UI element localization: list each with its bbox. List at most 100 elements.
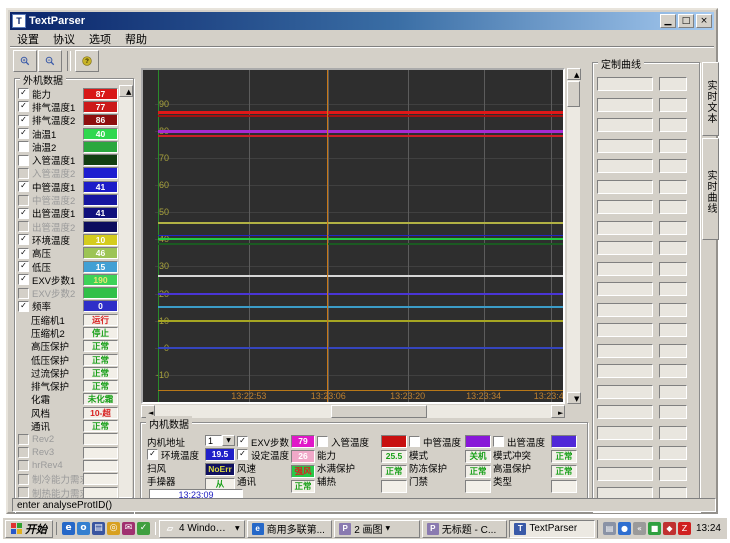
- menu-item-2[interactable]: 选项: [82, 30, 118, 48]
- scroll-right-icon[interactable]: ►: [551, 405, 565, 418]
- checkbox[interactable]: [18, 447, 29, 458]
- checkbox[interactable]: [18, 195, 29, 206]
- scroll-down-icon[interactable]: ▼: [567, 392, 581, 404]
- custom-curve-value[interactable]: [659, 344, 687, 358]
- custom-curve-slot[interactable]: [597, 385, 653, 399]
- custom-curve-value[interactable]: [659, 221, 687, 235]
- checkbox[interactable]: ✓: [147, 449, 158, 460]
- checkbox[interactable]: [18, 487, 29, 498]
- checkbox[interactable]: ✓: [18, 208, 29, 219]
- checkbox[interactable]: [18, 155, 29, 166]
- tab-实时曲线[interactable]: 实时曲线: [702, 138, 719, 240]
- outdoor-scrollbar[interactable]: ▲ ▼: [119, 85, 132, 509]
- antivirus-tray-icon[interactable]: ◆: [663, 522, 676, 535]
- checkbox[interactable]: ✓: [237, 449, 248, 460]
- checkbox[interactable]: ✓: [18, 88, 29, 99]
- taskbar-button-2 画图[interactable]: P2 画图▼: [334, 520, 420, 538]
- checkbox[interactable]: [18, 474, 29, 485]
- checkbox[interactable]: ✓: [18, 128, 29, 139]
- custom-curve-slot[interactable]: [597, 303, 653, 317]
- checkbox[interactable]: [493, 436, 504, 447]
- custom-curve-slot[interactable]: [597, 405, 653, 419]
- explorer-quicklaunch-icon[interactable]: ✓: [137, 522, 150, 535]
- custom-curve-value[interactable]: [659, 364, 687, 378]
- checkbox[interactable]: [317, 436, 328, 447]
- taskbar-button-商用多联第...[interactable]: e商用多联第...: [247, 520, 333, 538]
- taskbar-button-TextParser[interactable]: TTextParser: [509, 520, 595, 538]
- custom-curve-value[interactable]: [659, 118, 687, 132]
- time-cursor-line[interactable]: [327, 70, 328, 402]
- checkbox[interactable]: ✓: [18, 301, 29, 312]
- chevron-down-icon[interactable]: ▼: [222, 435, 235, 446]
- media-player-quicklaunch-icon[interactable]: ◎: [107, 522, 120, 535]
- show-desktop-icon[interactable]: ▤: [92, 522, 105, 535]
- custom-curve-slot[interactable]: [597, 118, 653, 132]
- maximize-button[interactable]: □: [678, 14, 694, 28]
- zoom-out-button[interactable]: [38, 50, 62, 72]
- custom-curve-slot[interactable]: [597, 159, 653, 173]
- checkbox[interactable]: ✓: [18, 181, 29, 192]
- taskbar-button-4 Windows...[interactable]: ▱4 Windows...▼: [159, 520, 245, 538]
- zoom-in-button[interactable]: [13, 50, 37, 72]
- checkbox[interactable]: [18, 141, 29, 152]
- custom-curve-value[interactable]: [659, 282, 687, 296]
- messenger-tray-icon[interactable]: ●: [618, 522, 631, 535]
- chart-vertical-scrollbar[interactable]: ▲ ▼: [567, 68, 580, 404]
- messenger-quicklaunch-icon[interactable]: o: [77, 522, 90, 535]
- custom-curve-value[interactable]: [659, 159, 687, 173]
- checkbox[interactable]: ✓: [18, 274, 29, 285]
- checkbox[interactable]: ✓: [18, 115, 29, 126]
- menu-item-0[interactable]: 设置: [10, 30, 46, 48]
- menu-item-1[interactable]: 协议: [46, 30, 82, 48]
- custom-curve-slot[interactable]: [597, 241, 653, 255]
- custom-curve-value[interactable]: [659, 426, 687, 440]
- vscroll-thumb[interactable]: [567, 81, 580, 107]
- checkbox[interactable]: ✓: [18, 248, 29, 259]
- ie-quicklaunch-icon[interactable]: e: [62, 522, 75, 535]
- title-bar[interactable]: T TextParser ▁ □ ×: [10, 12, 714, 30]
- taskbar-button-无标题 - C...[interactable]: P无标题 - C...: [422, 520, 508, 538]
- tab-实时文本[interactable]: 实时文本: [702, 62, 719, 136]
- custom-curve-value[interactable]: [659, 77, 687, 91]
- checkbox[interactable]: [18, 434, 29, 445]
- custom-curve-slot[interactable]: [597, 323, 653, 337]
- custom-curve-slot[interactable]: [597, 139, 653, 153]
- checkbox[interactable]: ✓: [18, 261, 29, 272]
- custom-curve-slot[interactable]: [597, 282, 653, 296]
- close-button[interactable]: ×: [696, 14, 712, 28]
- custom-curve-slot[interactable]: [597, 344, 653, 358]
- custom-curve-slot[interactable]: [597, 467, 653, 481]
- thunder-tray-icon[interactable]: Z: [678, 522, 691, 535]
- custom-curve-slot[interactable]: [597, 221, 653, 235]
- checkbox[interactable]: [18, 221, 29, 232]
- scroll-up-icon[interactable]: ▲: [567, 68, 581, 80]
- checkbox[interactable]: [18, 168, 29, 179]
- help-button[interactable]: ?: [75, 50, 99, 72]
- printer-tray-icon[interactable]: ▤: [603, 522, 616, 535]
- custom-curve-slot[interactable]: [597, 200, 653, 214]
- realtime-curve-plot[interactable]: 9080706050403020100-1013:22:5313:23:0613…: [143, 70, 563, 402]
- custom-curve-slot[interactable]: [597, 180, 653, 194]
- mail-quicklaunch-icon[interactable]: ✉: [122, 522, 135, 535]
- custom-curve-value[interactable]: [659, 323, 687, 337]
- custom-curve-value[interactable]: [659, 98, 687, 112]
- custom-curve-value[interactable]: [659, 180, 687, 194]
- custom-curve-value[interactable]: [659, 241, 687, 255]
- indoor-address-dropdown[interactable]: 1▼: [205, 435, 235, 446]
- custom-curve-value[interactable]: [659, 200, 687, 214]
- checkbox[interactable]: [18, 460, 29, 471]
- hscroll-thumb[interactable]: [331, 405, 427, 418]
- custom-curve-value[interactable]: [659, 385, 687, 399]
- custom-curve-slot[interactable]: [597, 364, 653, 378]
- custom-curve-value[interactable]: [659, 262, 687, 276]
- checkbox[interactable]: [18, 288, 29, 299]
- checkbox[interactable]: ✓: [237, 436, 248, 447]
- checkbox[interactable]: [409, 436, 420, 447]
- custom-curve-value[interactable]: [659, 405, 687, 419]
- chart-horizontal-scrollbar[interactable]: ◄ ►: [141, 405, 565, 418]
- custom-curve-slot[interactable]: [597, 426, 653, 440]
- green-tray-icon[interactable]: ■: [648, 522, 661, 535]
- arrows-tray-icon[interactable]: «: [633, 522, 646, 535]
- checkbox[interactable]: ✓: [18, 234, 29, 245]
- custom-curve-value[interactable]: [659, 446, 687, 460]
